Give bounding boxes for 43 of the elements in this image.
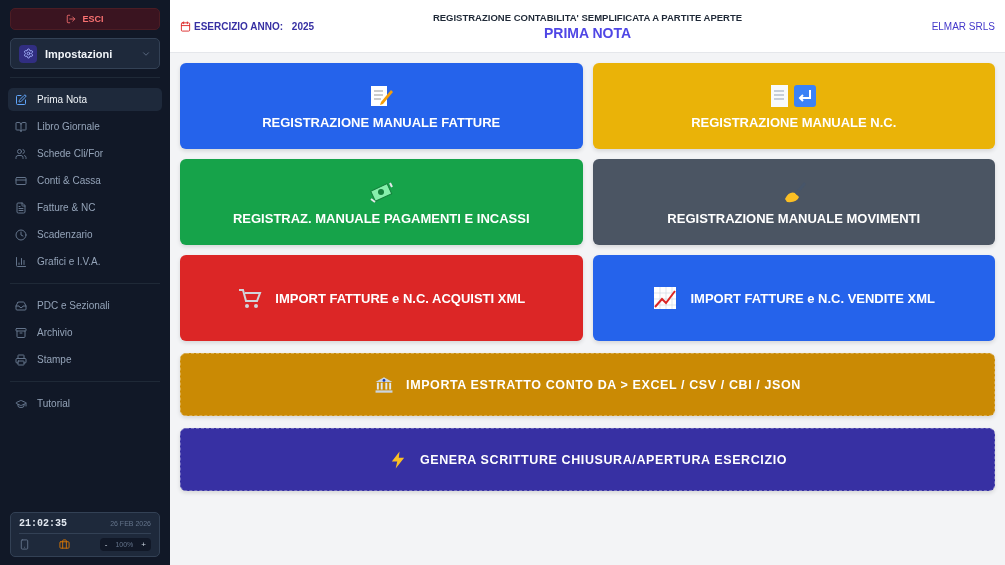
sidebar-item[interactable]: Scadenzario — [8, 223, 162, 246]
sidebar-item[interactable]: Prima Nota — [8, 88, 162, 111]
action-tile[interactable]: IMPORT FATTURE e N.C. VENDITE XML — [592, 255, 995, 341]
sidebar-item[interactable]: Conti & Cassa — [8, 169, 162, 192]
sidebar-item[interactable]: Libro Giornale — [8, 115, 162, 138]
settings-dropdown[interactable]: Impostazioni — [10, 38, 160, 69]
clock-icon — [15, 228, 27, 241]
card-icon — [15, 174, 27, 187]
zoom-in-button[interactable]: + — [141, 540, 146, 549]
clock-time: 21:02:35 — [19, 518, 67, 529]
settings-icon — [19, 44, 37, 63]
sidebar-item[interactable]: Stampe — [8, 348, 162, 371]
file-icon — [15, 201, 27, 214]
calendar-icon — [180, 20, 191, 32]
briefcase-icon[interactable] — [59, 539, 71, 550]
phone-icon[interactable] — [19, 539, 30, 550]
printer-icon — [15, 353, 27, 366]
zoom-out-button[interactable]: - — [104, 540, 108, 549]
chart-increasing-icon — [652, 285, 679, 311]
cap-icon — [15, 397, 27, 410]
edit-icon — [15, 93, 27, 106]
chart-icon — [15, 255, 27, 268]
sidebar-item[interactable]: Grafici e I.V.A. — [8, 250, 162, 273]
book-icon — [15, 120, 27, 133]
action-tile[interactable]: IMPORT FATTURE e N.C. ACQUISTI XML — [180, 255, 583, 341]
action-tile[interactable]: REGISTRAZIONE MANUALE MOVIMENTI — [592, 159, 995, 245]
sidebar-item[interactable]: Fatture & NC — [8, 196, 162, 219]
page-title: PRIMA NOTA — [543, 24, 632, 41]
sidebar-item[interactable]: Archivio — [8, 321, 162, 344]
fiscal-year-label: ESERCIZIO ANNO: — [194, 20, 284, 32]
users-icon — [15, 147, 27, 160]
logout-icon — [66, 14, 77, 24]
action-tile[interactable]: REGISTRAZIONE MANUALE FATTURE — [180, 63, 583, 149]
fiscal-year: 2025 — [291, 20, 315, 32]
tray-icon — [15, 299, 27, 312]
action-tile[interactable]: GENERA SCRITTURE CHIUSURA/APERTURA ESERCIZIO — [180, 428, 995, 491]
logout-button[interactable]: ESCI — [10, 8, 160, 30]
company-name: ELMAR SRLS — [930, 20, 995, 32]
sidebar-item[interactable]: Tutorial — [8, 392, 162, 415]
page-subtitle: REGISTRAZIONE CONTABILITA' SEMPLIFICATA A PARTITE APERTE — [432, 11, 743, 23]
sidebar-item[interactable]: PDC e Sezionali — [8, 294, 162, 317]
sidebar-item[interactable]: Schede Cli/For — [8, 142, 162, 165]
archive-icon — [15, 326, 27, 339]
